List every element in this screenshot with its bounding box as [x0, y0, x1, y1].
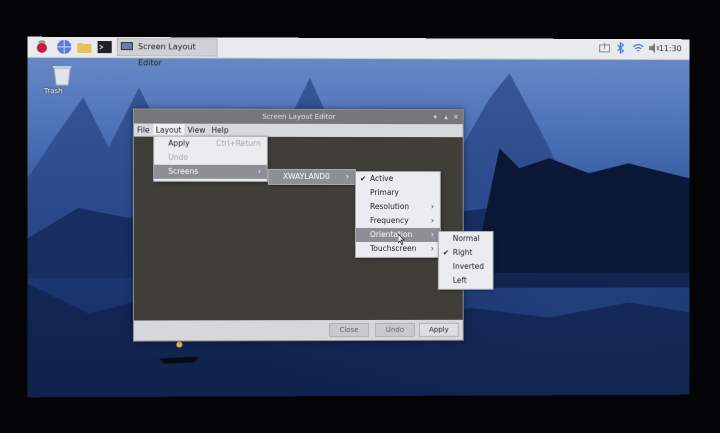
menu-item-xwayland0-label: XWAYLAND0	[282, 171, 330, 181]
close-button[interactable]: Close	[328, 322, 369, 338]
menu-item-right-label: Right	[452, 247, 473, 257]
web-browser-icon[interactable]	[56, 39, 72, 55]
chevron-right-icon: ›	[430, 229, 434, 239]
menu-item-screens[interactable]: Screens ›	[154, 164, 267, 179]
menu-item-screens-label: Screens	[168, 166, 199, 176]
minimize-icon[interactable]: ▾	[433, 110, 437, 124]
taskbar: Screen Layout Editor 11:30	[27, 36, 690, 67]
close-window-icon[interactable]: ✕	[453, 110, 459, 124]
taskbar-app-screen-layout-editor[interactable]: Screen Layout Editor	[116, 38, 218, 67]
wifi-icon[interactable]	[632, 42, 644, 54]
screens-menu: XWAYLAND0 ›	[267, 168, 357, 185]
monitor-icon	[120, 42, 133, 50]
window-title: Screen Layout Editor	[262, 112, 336, 121]
orientation-menu: Normal ✔ Right Inverted Left	[437, 230, 494, 290]
chevron-right-icon: ›	[346, 171, 350, 181]
menu-item-inverted[interactable]: Inverted	[439, 260, 493, 274]
desktop-screen: Screen Layout Editor 11:30 Trash Screen …	[27, 36, 690, 398]
button-bar: Close Undo Apply	[133, 319, 463, 341]
menu-item-left[interactable]: Left	[439, 274, 493, 288]
menu-item-apply-label: Apply	[168, 138, 190, 148]
chevron-right-icon: ›	[257, 166, 261, 176]
menu-item-primary[interactable]: Primary	[356, 186, 440, 200]
menu-item-frequency-label: Frequency	[369, 216, 409, 225]
menu-item-frequency[interactable]: Frequency ›	[356, 214, 440, 228]
chevron-right-icon: ›	[430, 243, 434, 253]
menu-item-xwayland0[interactable]: XWAYLAND0 ›	[268, 169, 356, 184]
menu-item-resolution[interactable]: Resolution ›	[356, 200, 440, 214]
maximize-icon[interactable]: ▴	[444, 110, 448, 124]
trash-label: Trash	[43, 87, 63, 96]
window-titlebar[interactable]: Screen Layout Editor ▾ ▴ ✕	[133, 109, 463, 125]
menu-item-touchscreen-label: Touchscreen	[369, 243, 417, 253]
checkmark-icon: ✔	[360, 173, 367, 184]
raspberry-menu-icon[interactable]	[34, 39, 50, 55]
trash-icon[interactable]	[50, 63, 74, 87]
file-manager-icon[interactable]	[76, 39, 92, 55]
menu-item-active-label: Active	[369, 174, 394, 184]
chevron-right-icon: ›	[430, 202, 434, 212]
terminal-icon[interactable]	[97, 39, 113, 55]
menu-item-active[interactable]: ✔ Active	[356, 172, 440, 186]
menu-item-resolution-label: Resolution	[369, 202, 410, 212]
apply-shortcut: Ctrl+Return	[216, 138, 261, 148]
chevron-right-icon: ›	[430, 216, 434, 225]
menu-item-apply[interactable]: Apply Ctrl+Return	[154, 137, 267, 151]
updates-icon[interactable]	[599, 42, 611, 54]
bluetooth-icon[interactable]	[615, 42, 627, 54]
clock[interactable]: 11:30	[659, 39, 682, 59]
mouse-cursor-icon	[397, 233, 406, 245]
menu-item-normal[interactable]: Normal	[439, 232, 493, 246]
apply-button[interactable]: Apply	[418, 322, 459, 337]
undo-button[interactable]: Undo	[374, 322, 415, 337]
menu-item-undo[interactable]: Undo	[154, 151, 267, 165]
menu-item-right[interactable]: ✔ Right	[439, 246, 493, 260]
menu-file[interactable]: File	[134, 124, 153, 137]
layout-menu: Apply Ctrl+Return Undo Screens ›	[153, 135, 268, 182]
checkmark-icon: ✔	[442, 247, 450, 257]
